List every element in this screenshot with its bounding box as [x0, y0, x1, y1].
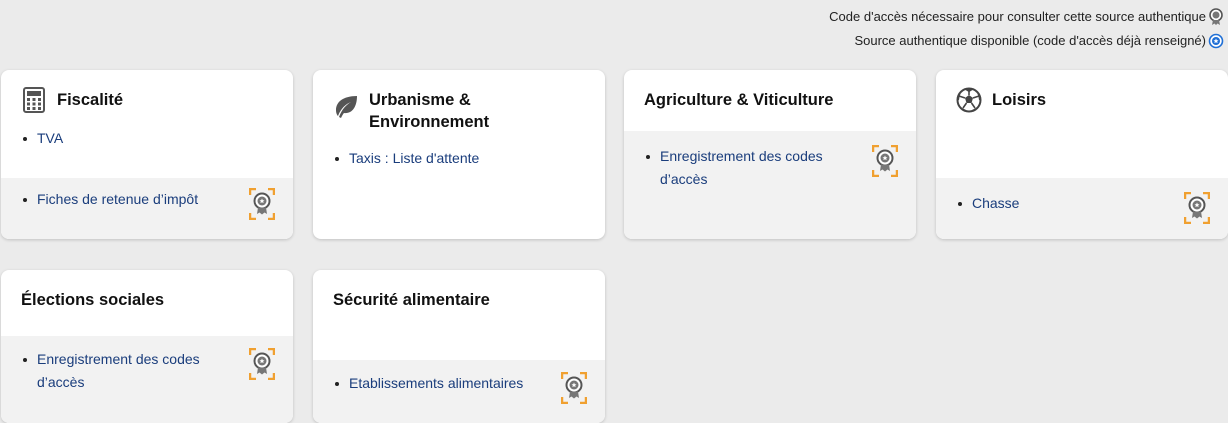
source-link[interactable]: Enregistrement des codes d’accès	[37, 351, 200, 390]
access-code-badge-icon[interactable]	[561, 372, 587, 404]
available-badge-icon	[1208, 33, 1224, 49]
category-card-securite-alimentaire: Sécurité alimentaire Etablissements alim…	[313, 270, 605, 423]
restricted-section: Fiches de retenue d’impôt	[1, 178, 293, 239]
restricted-section: Etablissements alimentaires	[313, 360, 605, 423]
restricted-section: Chasse	[936, 178, 1228, 239]
list-item: Fiches de retenue d’impôt	[23, 188, 241, 211]
card-title: Loisirs	[992, 91, 1047, 109]
card-title: Urbanisme & Environnement	[369, 91, 490, 131]
legend: Code d'accès nécessaire pour consulter c…	[829, 5, 1224, 53]
free-link-list: Taxis : Liste d'attente	[313, 141, 605, 239]
source-link[interactable]: Taxis : Liste d'attente	[349, 150, 479, 166]
source-link[interactable]: TVA	[37, 130, 63, 146]
award-badge-icon	[1209, 8, 1223, 25]
category-card-loisirs: Loisirs Chasse	[936, 70, 1228, 239]
list-item: TVA	[23, 127, 273, 150]
list-item: Enregistrement des codes d’accès	[23, 348, 241, 394]
card-title: Agriculture & Viticulture	[644, 91, 834, 109]
category-card-fiscalite: Fiscalité TVA Fiches de retenue d’impôt	[1, 70, 293, 239]
legend-available: Source authentique disponible (code d'ac…	[829, 29, 1224, 53]
soccer-ball-icon	[956, 87, 982, 113]
restricted-link-list: Etablissements alimentaires	[335, 372, 553, 395]
restricted-link-list: Chasse	[958, 192, 1176, 215]
source-link[interactable]: Enregistrement des codes d’accès	[660, 148, 823, 187]
source-link[interactable]: Chasse	[972, 195, 1019, 211]
leaf-icon	[336, 96, 357, 118]
category-card-agriculture: Agriculture & Viticulture Enregistrement…	[624, 70, 916, 239]
card-header: Élections sociales	[1, 270, 293, 336]
card-header: Urbanisme & Environnement	[313, 70, 605, 141]
free-link-list: TVA	[1, 121, 293, 178]
source-link[interactable]: Fiches de retenue d’impôt	[37, 191, 198, 207]
restricted-section: Enregistrement des codes d’accès	[1, 336, 293, 423]
card-header: Sécurité alimentaire	[313, 270, 605, 360]
access-code-badge-icon[interactable]	[872, 145, 898, 177]
list-item: Chasse	[958, 192, 1176, 215]
legend-required: Code d'accès nécessaire pour consulter c…	[829, 5, 1224, 29]
access-code-badge-icon[interactable]	[249, 348, 275, 380]
access-code-badge-icon[interactable]	[1184, 192, 1210, 224]
legend-required-label: Code d'accès nécessaire pour consulter c…	[829, 9, 1206, 24]
source-link[interactable]: Etablissements alimentaires	[349, 375, 523, 391]
list-item: Enregistrement des codes d’accès	[646, 145, 864, 191]
restricted-link-list: Enregistrement des codes d’accès	[23, 348, 241, 394]
category-card-urbanisme: Urbanisme & Environnement Taxis : Liste …	[313, 70, 605, 239]
card-title: Sécurité alimentaire	[333, 291, 490, 309]
restricted-link-list: Enregistrement des codes d’accès	[646, 145, 864, 191]
card-title: Élections sociales	[21, 291, 165, 309]
list-item: Taxis : Liste d'attente	[335, 147, 585, 170]
card-header: Agriculture & Viticulture	[624, 70, 916, 131]
legend-available-label: Source authentique disponible (code d'ac…	[854, 33, 1206, 48]
calculator-icon	[23, 87, 45, 113]
access-code-badge-icon[interactable]	[249, 188, 275, 220]
list-item: Etablissements alimentaires	[335, 372, 553, 395]
card-header: Fiscalité	[1, 70, 293, 121]
card-header: Loisirs	[936, 70, 1228, 178]
restricted-section: Enregistrement des codes d’accès	[624, 131, 916, 239]
category-card-elections-sociales: Élections sociales Enregistrement des co…	[1, 270, 293, 423]
restricted-link-list: Fiches de retenue d’impôt	[23, 188, 241, 211]
card-title: Fiscalité	[57, 91, 124, 109]
